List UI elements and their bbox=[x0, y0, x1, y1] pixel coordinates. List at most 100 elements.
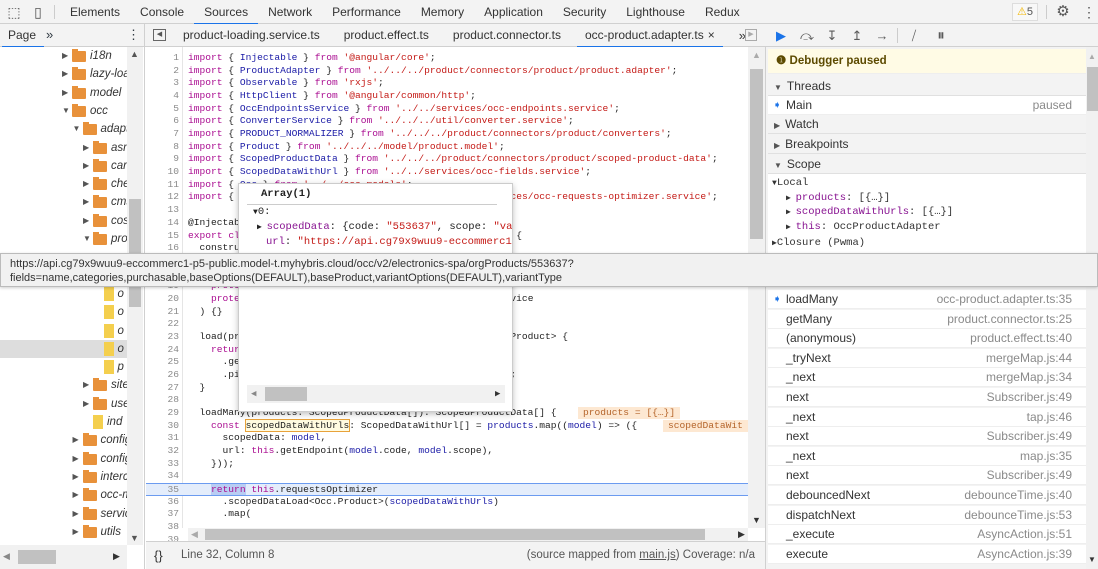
collapsed-arrow-icon[interactable]: ▶ bbox=[83, 175, 89, 193]
line-number[interactable]: 1 bbox=[146, 52, 179, 65]
pretty-print-icon[interactable]: {} bbox=[154, 542, 163, 569]
frame-location[interactable]: tap.js:46 bbox=[1027, 408, 1072, 427]
collapsed-arrow-icon[interactable]: ▶ bbox=[83, 376, 89, 394]
collapsed-arrow-icon[interactable]: ▶ bbox=[73, 523, 79, 541]
code-line[interactable]: 5 import { OccEndpointsService } from '..… bbox=[146, 103, 749, 116]
tree-folder[interactable]: ▶ config bbox=[0, 431, 127, 449]
call-frame[interactable]: execute AsyncAction.js:39 bbox=[768, 544, 1086, 564]
call-frame[interactable]: (anonymous) product.effect.ts:40 bbox=[768, 329, 1086, 349]
toggle-debugger-icon[interactable]: ▶ bbox=[745, 29, 757, 41]
collapsed-arrow-icon[interactable]: ▶ bbox=[73, 450, 79, 468]
scope-closure[interactable]: ▶Closure (Pwma) bbox=[772, 236, 865, 250]
frame-location[interactable]: product.connector.ts:25 bbox=[947, 310, 1072, 329]
line-number[interactable]: 9 bbox=[146, 153, 179, 166]
tree-folder[interactable]: ▶ use bbox=[0, 395, 127, 413]
line-number[interactable]: 22 bbox=[146, 318, 179, 331]
tab-redux[interactable]: Redux bbox=[695, 0, 750, 24]
navigator-tab-page[interactable]: Page bbox=[1, 24, 45, 48]
scroll-left-icon[interactable]: ◀ bbox=[251, 389, 256, 399]
tab-lighthouse[interactable]: Lighthouse bbox=[616, 0, 695, 24]
tab-application[interactable]: Application bbox=[474, 0, 553, 24]
frame-location[interactable]: AsyncAction.js:39 bbox=[977, 545, 1072, 564]
step-out-icon[interactable]: ↥ bbox=[847, 26, 867, 45]
tree-file[interactable]: p bbox=[0, 358, 127, 376]
tree-folder[interactable]: ▶ site bbox=[0, 376, 127, 394]
scope-variable[interactable]: ▶ scopedDataWithUrls: [{…}] bbox=[786, 205, 953, 219]
tab-elements[interactable]: Elements bbox=[60, 0, 130, 24]
frame-location[interactable]: Subscriber.js:49 bbox=[987, 388, 1072, 407]
call-frame[interactable]: next Subscriber.js:49 bbox=[768, 466, 1086, 486]
scroll-down-icon[interactable]: ▼ bbox=[752, 515, 761, 525]
collapsed-arrow-icon[interactable]: ▶ bbox=[83, 395, 89, 413]
scope-variable[interactable]: ▶ this: OccProductAdapter bbox=[786, 220, 941, 234]
line-number[interactable]: 36 bbox=[146, 496, 179, 509]
tab-console[interactable]: Console bbox=[130, 0, 194, 24]
scroll-up-icon[interactable]: ▲ bbox=[752, 50, 761, 60]
tree-folder[interactable]: ▶ lazy-loa bbox=[0, 65, 127, 83]
tree-folder[interactable]: ▶ cms bbox=[0, 193, 127, 211]
tree-folder[interactable]: ▼ occ bbox=[0, 102, 127, 120]
code-line[interactable]: 30 const scopedDataWithUrls: ScopedDataW… bbox=[146, 418, 749, 433]
more-tabs-icon[interactable]: » bbox=[46, 24, 53, 46]
section-watch[interactable]: ▶ Watch bbox=[768, 115, 1086, 134]
code-line[interactable]: 7 import { PRODUCT_NORMALIZER } from '../… bbox=[146, 128, 749, 141]
tree-folder[interactable]: ▶ che bbox=[0, 175, 127, 193]
line-number[interactable]: 29 bbox=[146, 407, 179, 420]
gear-icon[interactable]: ⚙ bbox=[1055, 4, 1071, 20]
device-toolbar-icon[interactable]: ▯ bbox=[30, 4, 46, 20]
step-over-icon[interactable]: ⤼ bbox=[797, 26, 817, 45]
property-row[interactable]: url: "https://api.cg79x9wuu9-eccommerc1- bbox=[266, 236, 512, 248]
more-options-icon[interactable]: ⋮ bbox=[1081, 4, 1097, 20]
expanded-arrow-icon[interactable]: ▼ bbox=[83, 230, 91, 248]
collapsed-arrow-icon[interactable]: ▶ bbox=[73, 505, 79, 523]
tab-performance[interactable]: Performance bbox=[322, 0, 411, 24]
step-icon[interactable]: → bbox=[872, 26, 892, 45]
call-frame[interactable]: dispatchNext debounceTime.js:53 bbox=[768, 505, 1086, 525]
scroll-down-icon[interactable]: ▼ bbox=[1088, 555, 1096, 564]
navigator-horizontal-scrollbar[interactable]: ◀ ▶ bbox=[0, 545, 127, 569]
line-number[interactable]: 4 bbox=[146, 90, 179, 103]
code-line[interactable]: 2 import { ProductAdapter } from '../../.… bbox=[146, 65, 749, 78]
tree-folder[interactable]: ▶ config bbox=[0, 450, 127, 468]
scope-local[interactable]: ▼Local bbox=[772, 176, 808, 190]
line-number[interactable]: 37 bbox=[146, 508, 179, 521]
frame-location[interactable]: debounceTime.js:53 bbox=[964, 506, 1072, 525]
thread-main[interactable]: ➧ Main paused bbox=[768, 96, 1086, 115]
expanded-arrow-icon[interactable]: ▼ bbox=[73, 120, 81, 138]
collapsed-arrow-icon[interactable]: ▶ bbox=[62, 47, 68, 65]
tab-memory[interactable]: Memory bbox=[411, 0, 474, 24]
line-number[interactable]: 20 bbox=[146, 293, 179, 306]
tree-folder[interactable]: ▶ asn bbox=[0, 139, 127, 157]
line-number[interactable]: 33 bbox=[146, 458, 179, 471]
close-tab-icon[interactable]: × bbox=[708, 28, 715, 42]
code-line[interactable]: 4 import { HttpClient } from '@angular/co… bbox=[146, 90, 749, 103]
code-line[interactable]: 32 url: this.getEndpoint(model.code, mod… bbox=[146, 445, 749, 458]
collapsed-arrow-icon[interactable]: ▶ bbox=[73, 486, 79, 504]
line-number[interactable]: 26 bbox=[146, 369, 179, 382]
tree-folder[interactable]: ▶ i18n bbox=[0, 47, 127, 65]
tree-folder[interactable]: ▶ carı bbox=[0, 157, 127, 175]
line-number[interactable]: 3 bbox=[146, 77, 179, 90]
frame-location[interactable]: map.js:35 bbox=[1020, 447, 1072, 466]
scroll-up-icon[interactable]: ▲ bbox=[130, 49, 139, 59]
frame-location[interactable]: debounceTime.js:40 bbox=[964, 486, 1072, 505]
tree-folder[interactable]: ▶ model bbox=[0, 84, 127, 102]
line-number[interactable]: 38 bbox=[146, 521, 179, 534]
call-frame[interactable]: _next mergeMap.js:34 bbox=[768, 368, 1086, 388]
code-line[interactable]: 31 scopedData: model, bbox=[146, 432, 749, 445]
code-line[interactable]: 9 import { ScopedProductData } from '../.… bbox=[146, 153, 749, 166]
line-number[interactable]: 25 bbox=[146, 356, 179, 369]
collapsed-arrow-icon[interactable]: ▶ bbox=[73, 468, 79, 486]
scroll-up-icon[interactable]: ▲ bbox=[1088, 52, 1096, 61]
scrollbar-thumb[interactable] bbox=[265, 387, 307, 401]
line-number[interactable]: 14 bbox=[146, 217, 179, 230]
code-line[interactable]: 37 .map( bbox=[146, 508, 749, 521]
source-map-link[interactable]: main.js bbox=[639, 549, 675, 561]
scrollbar-thumb[interactable] bbox=[205, 529, 705, 540]
tab-security[interactable]: Security bbox=[553, 0, 616, 24]
call-frame[interactable]: _next tap.js:46 bbox=[768, 407, 1086, 427]
line-number[interactable]: 27 bbox=[146, 382, 179, 395]
line-number[interactable]: 8 bbox=[146, 141, 179, 154]
call-frame[interactable]: debouncedNext debounceTime.js:40 bbox=[768, 486, 1086, 505]
line-number[interactable]: 21 bbox=[146, 306, 179, 319]
